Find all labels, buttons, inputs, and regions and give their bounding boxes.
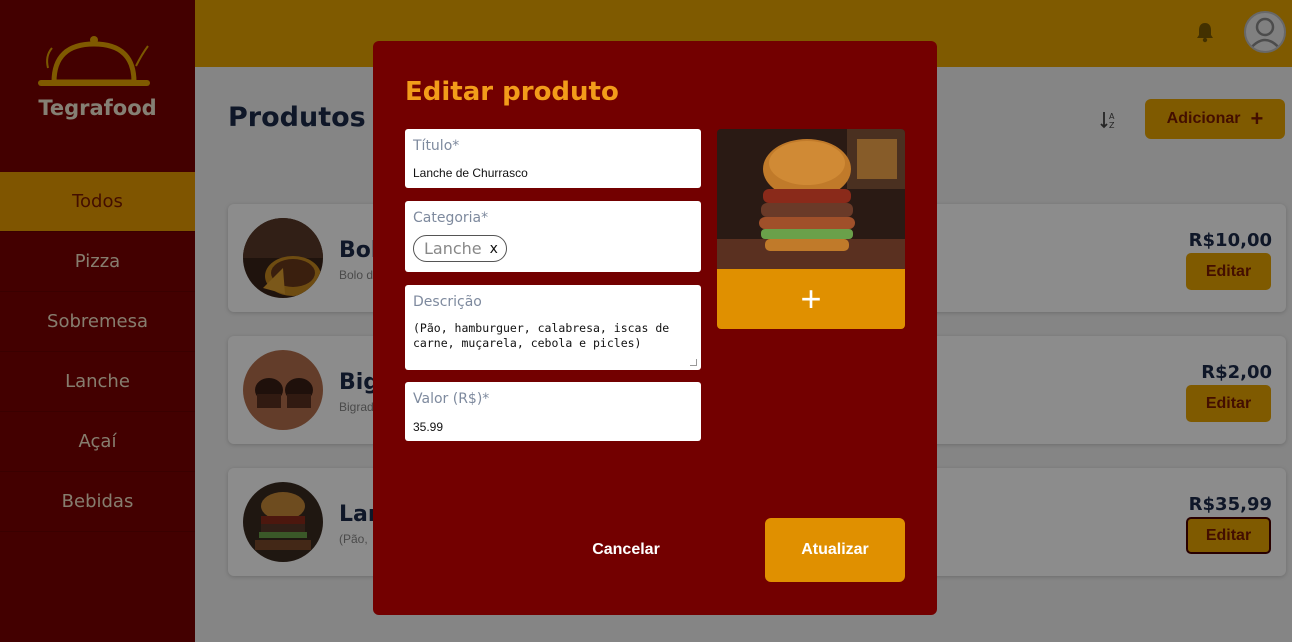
price-field[interactable]: Valor (R$)* 35.99 (405, 382, 701, 441)
product-image-upload: + (717, 129, 905, 329)
price-input[interactable]: 35.99 (413, 420, 443, 434)
update-button[interactable]: Atualizar (765, 518, 905, 582)
chip-remove-icon[interactable]: x (490, 241, 498, 257)
price-field-label: Valor (R$)* (413, 391, 490, 407)
category-chip: Lanche x (413, 235, 507, 262)
description-field-label: Descrição (413, 294, 482, 310)
title-field[interactable]: Título* Lanche de Churrasco (405, 129, 701, 188)
category-chip-label: Lanche (424, 239, 482, 258)
description-textarea[interactable]: (Pão, hamburguer, calabresa, iscas de ca… (413, 321, 693, 351)
resize-handle-icon[interactable] (690, 359, 697, 366)
category-field[interactable]: Categoria* Lanche x (405, 201, 701, 272)
edit-product-modal: Editar produto Título* Lanche de Churras… (373, 41, 937, 615)
title-field-label: Título* (413, 138, 460, 154)
category-field-label: Categoria* (413, 210, 489, 226)
product-photo (717, 129, 905, 269)
add-image-button[interactable]: + (717, 269, 905, 329)
description-field[interactable]: Descrição (Pão, hamburguer, calabresa, i… (405, 285, 701, 370)
title-input[interactable]: Lanche de Churrasco (413, 166, 528, 180)
cancel-button[interactable]: Cancelar (573, 541, 679, 561)
modal-title: Editar produto (405, 77, 619, 107)
plus-icon: + (800, 278, 822, 319)
